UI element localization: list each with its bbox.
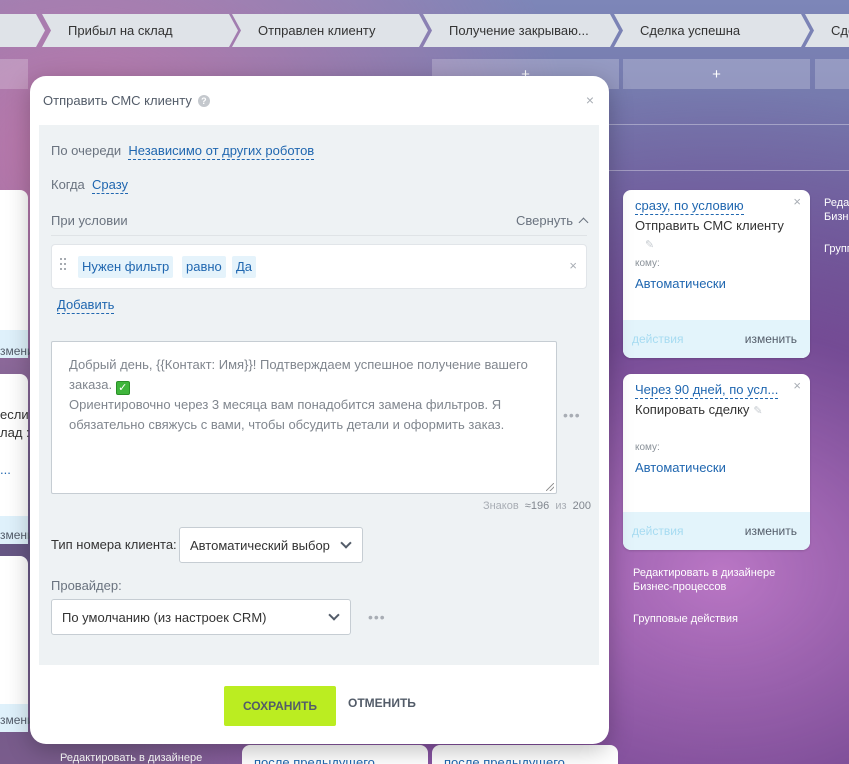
robot-title: Отправить СМС клиенту — [635, 218, 784, 233]
close-icon[interactable]: × — [586, 92, 594, 108]
stage-add-button-4[interactable]: + — [623, 59, 810, 89]
bottom-robot-card[interactable]: после предыдущего — [242, 745, 428, 764]
robot-card-sms[interactable]: сразу, по условию × Отправить СМС клиент… — [623, 190, 810, 358]
queue-value-link[interactable]: Независимо от других роботов — [128, 143, 315, 160]
edit-in-designer-link[interactable]: Редактировать в дизайнере Бизнес-процесс… — [633, 566, 783, 594]
condition-operator-chip[interactable]: равно — [182, 256, 226, 278]
remove-condition-icon[interactable]: × — [569, 258, 577, 273]
chevron-up-icon — [578, 217, 589, 228]
robot-title: Копировать сделку ✎ — [635, 402, 763, 417]
dialog-title: Отправить СМС клиенту ? — [43, 93, 210, 108]
when-value-link[interactable]: Сразу — [92, 177, 129, 194]
stage-header-5[interactable]: Сде — [805, 14, 849, 47]
close-icon[interactable]: × — [793, 378, 801, 393]
robot-card-copy-deal[interactable]: Через 90 дней, по усл... × Копировать сд… — [623, 374, 810, 550]
resize-handle[interactable] — [546, 483, 554, 491]
stage-header-3[interactable]: Получение закрываю... — [423, 14, 619, 47]
save-button[interactable]: СОХРАНИТЬ — [224, 686, 336, 726]
left-card-dots: ... — [0, 462, 11, 477]
number-type-label: Тип номера клиента: — [51, 537, 177, 552]
robot-trigger-link[interactable]: Через 90 дней, по усл... — [635, 382, 779, 399]
stage-add-button-5[interactable] — [815, 59, 849, 89]
divider — [609, 124, 849, 125]
cancel-button[interactable]: ОТМЕНИТЬ — [348, 696, 416, 710]
stage-header-2[interactable]: Отправлен клиенту — [232, 14, 428, 47]
more-options-icon[interactable]: ••• — [563, 407, 581, 423]
when-label: Когда — [51, 177, 85, 192]
robot-actions-link[interactable]: действия — [632, 524, 683, 538]
pencil-icon[interactable]: ✎ — [753, 404, 762, 417]
queue-label: По очереди — [51, 143, 122, 158]
divider — [609, 170, 849, 171]
provider-more-icon[interactable]: ••• — [368, 609, 386, 625]
number-type-select[interactable]: Автоматический выбор — [179, 527, 363, 563]
settings-panel: По очереди Независимо от других роботов … — [39, 125, 599, 665]
condition-field-chip[interactable]: Нужен фильтр — [78, 256, 174, 278]
robot-card-footer: действия изменить — [623, 512, 810, 550]
robot-actions-link[interactable]: действия — [632, 332, 683, 346]
group-actions-link-partial[interactable]: Групп — [824, 242, 849, 256]
condition-label: При условии — [51, 213, 128, 228]
collapse-toggle[interactable]: Свернуть — [516, 213, 589, 228]
robot-card-footer: действия изменить — [623, 320, 810, 358]
robot-to-label: кому: — [635, 258, 660, 269]
condition-row: Нужен фильтр равно Да × — [51, 244, 587, 289]
chevron-down-icon — [340, 537, 352, 549]
drag-handle-icon[interactable] — [60, 258, 66, 274]
help-icon[interactable]: ? — [197, 94, 210, 107]
condition-value-chip[interactable]: Да — [232, 256, 257, 278]
edit-in-designer-link-partial[interactable]: Редакт Бизнес — [824, 196, 849, 224]
group-actions-link[interactable]: Групповые действия — [633, 612, 738, 626]
check-mark-emoji: ✓ — [115, 381, 130, 395]
stage-header-4[interactable]: Сделка успешна — [614, 14, 810, 47]
bottom-robot-card[interactable]: после предыдущего — [432, 745, 618, 764]
stage-header-0[interactable] — [0, 14, 45, 47]
add-condition-link[interactable]: Добавить — [57, 297, 115, 314]
when-row: Когда Сразу — [51, 177, 129, 194]
robot-trigger-link[interactable]: сразу, по условию — [635, 198, 744, 215]
stage-header-1[interactable]: Прибыл на склад — [42, 14, 238, 47]
sms-message-textarea[interactable]: Добрый день, {{Контакт: Имя}}! Подтвержд… — [51, 341, 557, 494]
close-icon[interactable]: × — [793, 194, 801, 209]
char-counter: Знаков ≈196 из 200 — [482, 500, 591, 512]
robot-to-value: Автоматически — [635, 276, 726, 291]
edit-in-designer-link-bottom[interactable]: Редактировать в дизайнере — [60, 751, 202, 764]
chevron-down-icon — [328, 609, 340, 621]
robot-change-link[interactable]: изменить — [745, 332, 797, 346]
provider-label: Провайдер: — [51, 578, 122, 593]
robot-to-value: Автоматически — [635, 460, 726, 475]
pencil-icon[interactable]: ✎ — [645, 238, 654, 251]
stage-add-button-0[interactable] — [0, 59, 28, 89]
provider-select[interactable]: По умолчанию (из настроек CRM) — [51, 599, 351, 635]
left-card-text: если лад : — [0, 407, 30, 440]
robot-change-link[interactable]: изменить — [745, 524, 797, 538]
robot-to-label: кому: — [635, 442, 660, 453]
queue-row: По очереди Независимо от других роботов — [51, 143, 315, 160]
condition-header: При условии Свернуть — [51, 213, 589, 236]
send-sms-dialog: Отправить СМС клиенту ? × По очереди Нез… — [30, 76, 609, 744]
